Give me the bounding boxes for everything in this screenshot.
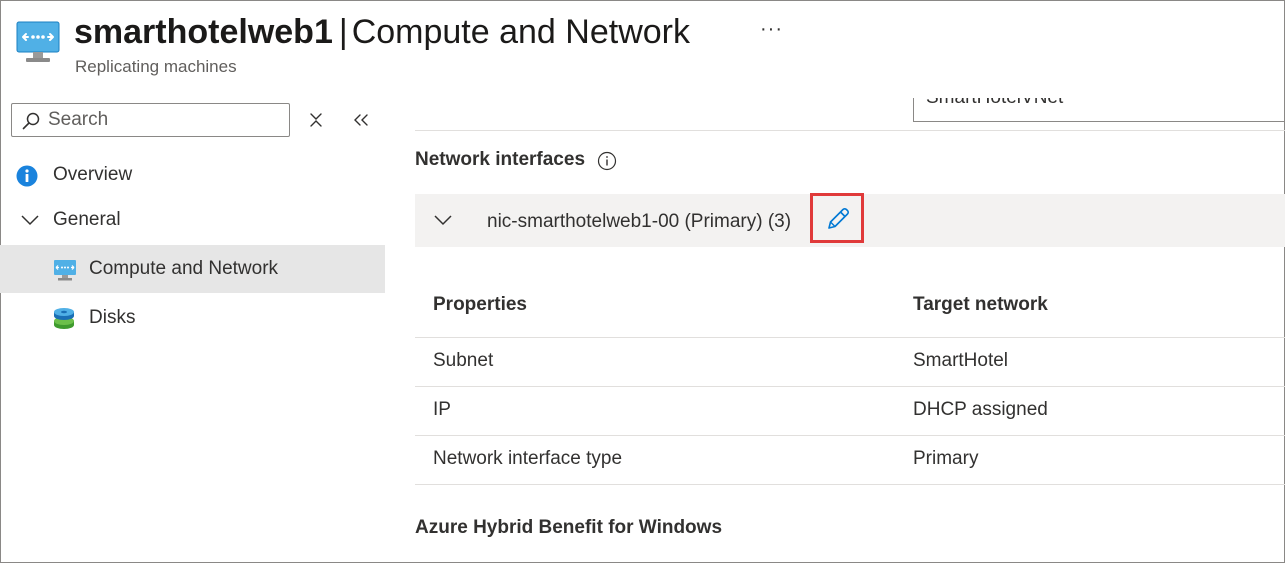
search-box[interactable]: [11, 103, 290, 137]
search-input[interactable]: [48, 109, 278, 131]
pencil-icon: [828, 208, 849, 229]
clear-filter-icon[interactable]: [306, 110, 326, 130]
divider: [415, 130, 1285, 131]
property-value: Primary: [913, 448, 979, 469]
more-options-button[interactable]: ···: [760, 18, 783, 41]
edit-nic-button[interactable]: [810, 193, 864, 243]
sidebar-item-compute-and-network[interactable]: Compute and Network: [0, 245, 385, 293]
property-value: DHCP assigned: [913, 399, 1048, 420]
table-row: IP DHCP assigned: [415, 387, 1285, 436]
collapse-sidebar-icon[interactable]: [350, 110, 372, 130]
info-icon[interactable]: [597, 151, 617, 171]
network-interfaces-heading: Network interfaces: [415, 149, 586, 170]
column-header-properties: Properties: [433, 294, 527, 315]
search-icon: [22, 112, 40, 130]
property-name: Subnet: [433, 350, 494, 371]
virtual-network-field[interactable]: SmartHotelVNet: [913, 98, 1285, 122]
sidebar-item-label: General: [53, 209, 121, 230]
table-row: Subnet SmartHotel: [415, 338, 1285, 387]
sidebar-item-label: Disks: [89, 307, 136, 328]
column-header-target-network: Target network: [913, 294, 1048, 315]
sidebar-group-general[interactable]: General: [0, 197, 385, 243]
sidebar-item-overview[interactable]: Overview: [0, 152, 385, 198]
sidebar-item-label: Overview: [53, 164, 133, 185]
resource-name: smarthotelweb1: [74, 13, 333, 51]
nic-name: nic-smarthotelweb1-00 (Primary) (3): [487, 211, 792, 232]
sidebar-item-label: Compute and Network: [89, 258, 279, 279]
virtual-network-value: SmartHotelVNet: [926, 98, 1063, 109]
sidebar-item-disks[interactable]: Disks: [0, 295, 385, 341]
chevron-down-icon[interactable]: [434, 213, 452, 227]
property-value: SmartHotel: [913, 350, 1009, 371]
table-header-row: Properties Target network: [415, 280, 1285, 338]
disks-icon: [54, 308, 74, 329]
table-row: Network interface type Primary: [415, 436, 1285, 485]
page-name: Compute and Network: [351, 13, 690, 51]
virtual-machine-icon: [54, 260, 76, 281]
page-title: smarthotelweb1 | Compute and Network: [74, 12, 690, 52]
page-subtitle: Replicating machines: [75, 57, 237, 76]
title-separator: |: [338, 13, 348, 51]
property-name: IP: [433, 399, 451, 420]
chevron-down-icon: [21, 215, 39, 226]
info-icon: [16, 165, 38, 187]
azure-hybrid-benefit-heading: Azure Hybrid Benefit for Windows: [415, 517, 723, 538]
property-name: Network interface type: [433, 448, 623, 469]
virtual-machine-icon: [16, 21, 60, 62]
